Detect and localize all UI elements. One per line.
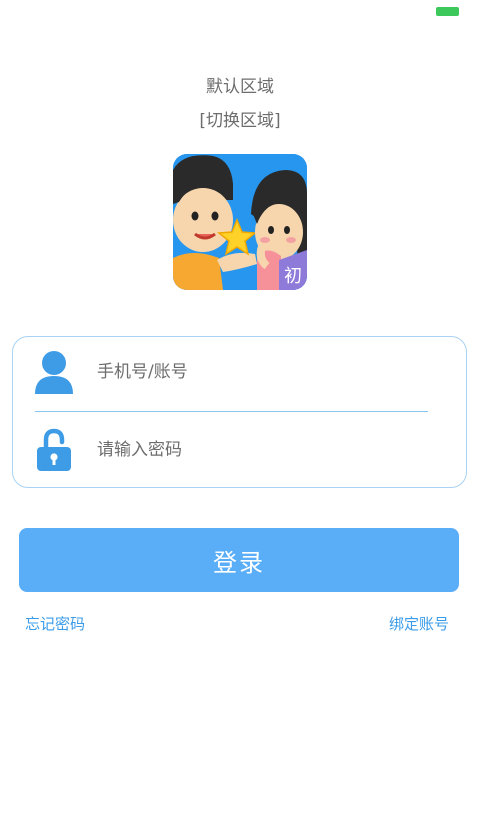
username-row — [33, 337, 426, 407]
switch-region-link[interactable]: [切换区域] — [0, 106, 480, 131]
password-row — [33, 415, 426, 485]
login-button[interactable]: 登录 — [19, 528, 459, 592]
user-icon — [33, 349, 75, 395]
unlock-icon — [33, 427, 75, 473]
username-input[interactable] — [95, 361, 399, 383]
logo-badge: 初 — [284, 266, 302, 286]
field-divider — [35, 411, 428, 412]
forgot-password-link[interactable]: 忘记密码 — [25, 613, 85, 634]
password-input[interactable] — [95, 439, 399, 461]
app-logo: 初 — [173, 154, 307, 290]
bind-account-link[interactable]: 绑定账号 — [389, 613, 449, 634]
current-region: 默认区域 — [206, 77, 274, 97]
battery-indicator — [436, 7, 459, 16]
login-form-card — [12, 336, 467, 488]
